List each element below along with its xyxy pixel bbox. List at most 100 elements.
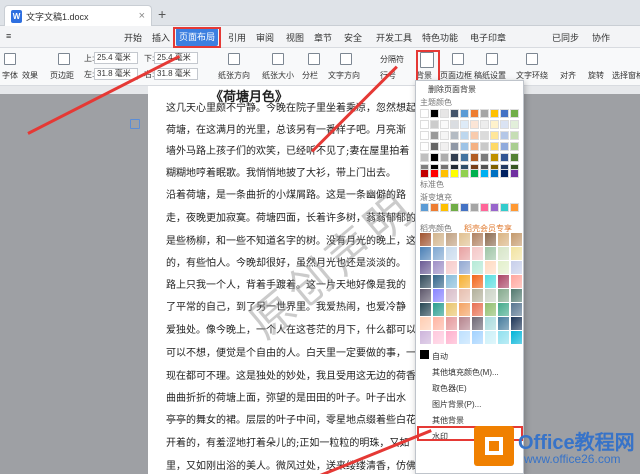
menu-e-seal[interactable]: 电子印章 bbox=[470, 31, 506, 44]
color-swatch[interactable] bbox=[460, 169, 469, 178]
texture-swatch[interactable] bbox=[485, 289, 496, 302]
texture-swatch[interactable] bbox=[511, 275, 522, 288]
other-fill-color-item[interactable]: 其他填充颜色(M)... bbox=[432, 367, 499, 378]
texture-swatch[interactable] bbox=[420, 275, 431, 288]
texture-swatch[interactable] bbox=[420, 261, 431, 274]
texture-swatch[interactable] bbox=[485, 247, 496, 260]
color-swatch[interactable] bbox=[460, 109, 469, 118]
menu-reference[interactable]: 引用 bbox=[228, 31, 246, 44]
texture-swatch[interactable] bbox=[498, 275, 509, 288]
auto-color-swatch[interactable] bbox=[420, 350, 429, 359]
color-swatch[interactable] bbox=[470, 153, 479, 162]
texture-swatch[interactable] bbox=[485, 275, 496, 288]
texture-swatch[interactable] bbox=[472, 261, 483, 274]
color-swatch[interactable] bbox=[480, 142, 489, 151]
sync-status[interactable]: 已同步 bbox=[552, 31, 579, 44]
color-swatch[interactable] bbox=[470, 142, 479, 151]
color-swatch[interactable] bbox=[450, 131, 459, 140]
color-swatch[interactable] bbox=[490, 169, 499, 178]
color-swatch[interactable] bbox=[430, 131, 439, 140]
menu-review[interactable]: 审阅 bbox=[256, 31, 274, 44]
texture-swatch[interactable] bbox=[459, 261, 470, 274]
texture-swatch[interactable] bbox=[472, 317, 483, 330]
text-wrap-icon[interactable] bbox=[526, 53, 538, 65]
texture-swatch[interactable] bbox=[459, 275, 470, 288]
color-swatch[interactable] bbox=[490, 142, 499, 151]
color-swatch[interactable] bbox=[430, 109, 439, 118]
texture-swatch[interactable] bbox=[511, 303, 522, 316]
menu-insert[interactable]: 插入 bbox=[152, 31, 170, 44]
orientation-label[interactable]: 纸张方向 bbox=[218, 70, 250, 81]
color-swatch[interactable] bbox=[420, 109, 429, 118]
texture-swatch[interactable] bbox=[433, 331, 444, 344]
texture-swatch[interactable] bbox=[511, 289, 522, 302]
color-swatch[interactable] bbox=[430, 169, 439, 178]
separator-label[interactable]: 分隔符 bbox=[380, 54, 404, 65]
color-swatch[interactable] bbox=[500, 142, 509, 151]
texture-swatch[interactable] bbox=[459, 303, 470, 316]
texture-swatch[interactable] bbox=[420, 331, 431, 344]
texture-swatch[interactable] bbox=[498, 233, 509, 246]
effect-label[interactable]: 效果 bbox=[22, 70, 38, 81]
color-swatch[interactable] bbox=[480, 203, 489, 212]
color-swatch[interactable] bbox=[430, 153, 439, 162]
texture-swatch[interactable] bbox=[420, 317, 431, 330]
color-swatch[interactable] bbox=[490, 203, 499, 212]
texture-swatch[interactable] bbox=[446, 233, 457, 246]
color-swatch[interactable] bbox=[440, 120, 449, 129]
texture-swatch[interactable] bbox=[511, 247, 522, 260]
rotate-label[interactable]: 旋转 bbox=[588, 70, 604, 81]
color-swatch[interactable] bbox=[510, 109, 519, 118]
color-swatch[interactable] bbox=[480, 109, 489, 118]
text-direction-icon[interactable] bbox=[340, 53, 352, 65]
orientation-icon[interactable] bbox=[228, 53, 240, 65]
color-swatch[interactable] bbox=[460, 142, 469, 151]
align-label[interactable]: 对齐 bbox=[560, 70, 576, 81]
texture-swatch[interactable] bbox=[433, 303, 444, 316]
texture-swatch[interactable] bbox=[511, 261, 522, 274]
menu-security[interactable]: 安全 bbox=[344, 31, 362, 44]
color-swatch[interactable] bbox=[450, 142, 459, 151]
color-swatch[interactable] bbox=[420, 153, 429, 162]
color-swatch[interactable] bbox=[450, 120, 459, 129]
color-swatch[interactable] bbox=[440, 131, 449, 140]
color-swatch[interactable] bbox=[470, 169, 479, 178]
collab-button[interactable]: 协作 bbox=[592, 31, 610, 44]
color-swatch[interactable] bbox=[490, 131, 499, 140]
texture-swatch[interactable] bbox=[433, 275, 444, 288]
color-swatch[interactable] bbox=[460, 120, 469, 129]
texture-swatch[interactable] bbox=[459, 331, 470, 344]
color-swatch[interactable] bbox=[460, 203, 469, 212]
texture-swatch[interactable] bbox=[498, 261, 509, 274]
texture-swatch[interactable] bbox=[459, 289, 470, 302]
texture-swatch[interactable] bbox=[485, 331, 496, 344]
texture-swatch[interactable] bbox=[420, 247, 431, 260]
color-swatch[interactable] bbox=[460, 153, 469, 162]
font-label[interactable]: 字体 bbox=[2, 70, 18, 81]
color-swatch[interactable] bbox=[440, 142, 449, 151]
menu-start[interactable]: 开始 bbox=[124, 31, 142, 44]
texture-swatch[interactable] bbox=[472, 331, 483, 344]
color-swatch[interactable] bbox=[480, 120, 489, 129]
texture-swatch[interactable] bbox=[446, 261, 457, 274]
texture-swatch[interactable] bbox=[511, 233, 522, 246]
menu-features[interactable]: 特色功能 bbox=[422, 31, 458, 44]
texture-swatch[interactable] bbox=[472, 289, 483, 302]
margin-top-input[interactable]: 25.4 毫米 bbox=[94, 52, 138, 64]
texture-swatch[interactable] bbox=[446, 331, 457, 344]
other-background-item[interactable]: 其他背景 bbox=[432, 415, 464, 426]
texture-swatch[interactable] bbox=[485, 233, 496, 246]
selection-pane-label[interactable]: 选择窗格 bbox=[612, 70, 640, 81]
texture-swatch[interactable] bbox=[498, 317, 509, 330]
texture-swatch[interactable] bbox=[485, 317, 496, 330]
texture-swatch[interactable] bbox=[459, 233, 470, 246]
color-swatch[interactable] bbox=[480, 153, 489, 162]
color-swatch[interactable] bbox=[470, 203, 479, 212]
auto-color-item[interactable]: 自动 bbox=[432, 351, 448, 362]
texture-swatch[interactable] bbox=[472, 303, 483, 316]
texture-swatch[interactable] bbox=[433, 317, 444, 330]
page-border-icon[interactable] bbox=[452, 53, 464, 65]
color-swatch[interactable] bbox=[510, 142, 519, 151]
texture-swatch[interactable] bbox=[446, 289, 457, 302]
texture-swatch[interactable] bbox=[472, 233, 483, 246]
